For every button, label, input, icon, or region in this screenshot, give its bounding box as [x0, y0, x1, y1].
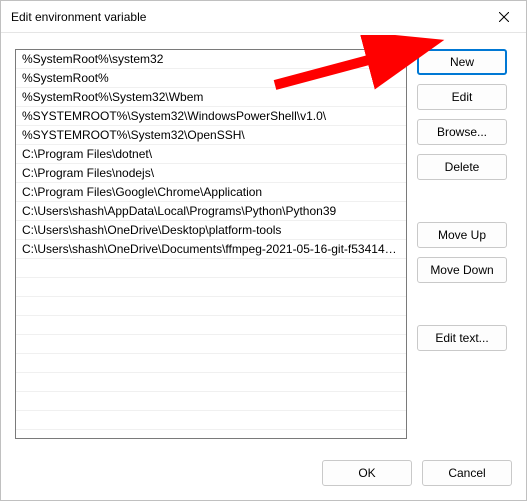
list-item[interactable]: %SystemRoot%: [16, 69, 406, 88]
list-item[interactable]: C:\Users\shash\AppData\Local\Programs\Py…: [16, 202, 406, 221]
list-item[interactable]: %SystemRoot%\system32: [16, 50, 406, 69]
content-area: %SystemRoot%\system32%SystemRoot%%System…: [1, 33, 526, 450]
cancel-button[interactable]: Cancel: [422, 460, 512, 486]
list-item[interactable]: C:\Program Files\dotnet\: [16, 145, 406, 164]
side-button-column: New Edit Browse... Delete Move Up Move D…: [417, 49, 509, 450]
list-item[interactable]: C:\Users\shash\OneDrive\Documents\ffmpeg…: [16, 240, 406, 259]
list-item: [16, 335, 406, 354]
list-item[interactable]: %SystemRoot%\System32\Wbem: [16, 88, 406, 107]
close-button[interactable]: [481, 1, 526, 32]
dialog-title: Edit environment variable: [11, 10, 481, 24]
list-item[interactable]: C:\Program Files\Google\Chrome\Applicati…: [16, 183, 406, 202]
list-item[interactable]: C:\Program Files\nodejs\: [16, 164, 406, 183]
list-item: [16, 373, 406, 392]
edit-text-button[interactable]: Edit text...: [417, 325, 507, 351]
list-item: [16, 259, 406, 278]
edit-button[interactable]: Edit: [417, 84, 507, 110]
footer: OK Cancel: [1, 450, 526, 500]
titlebar: Edit environment variable: [1, 1, 526, 33]
ok-button[interactable]: OK: [322, 460, 412, 486]
browse-button[interactable]: Browse...: [417, 119, 507, 145]
list-item: [16, 297, 406, 316]
close-icon: [499, 12, 509, 22]
list-item[interactable]: %SYSTEMROOT%\System32\WindowsPowerShell\…: [16, 107, 406, 126]
new-button[interactable]: New: [417, 49, 507, 75]
list-item[interactable]: %SYSTEMROOT%\System32\OpenSSH\: [16, 126, 406, 145]
list-item[interactable]: C:\Users\shash\OneDrive\Desktop\platform…: [16, 221, 406, 240]
delete-button[interactable]: Delete: [417, 154, 507, 180]
list-item: [16, 392, 406, 411]
path-listbox[interactable]: %SystemRoot%\system32%SystemRoot%%System…: [15, 49, 407, 439]
list-item: [16, 411, 406, 430]
move-up-button[interactable]: Move Up: [417, 222, 507, 248]
list-item: [16, 316, 406, 335]
list-item: [16, 278, 406, 297]
edit-env-var-dialog: Edit environment variable %SystemRoot%\s…: [0, 0, 527, 501]
list-item: [16, 354, 406, 373]
move-down-button[interactable]: Move Down: [417, 257, 507, 283]
